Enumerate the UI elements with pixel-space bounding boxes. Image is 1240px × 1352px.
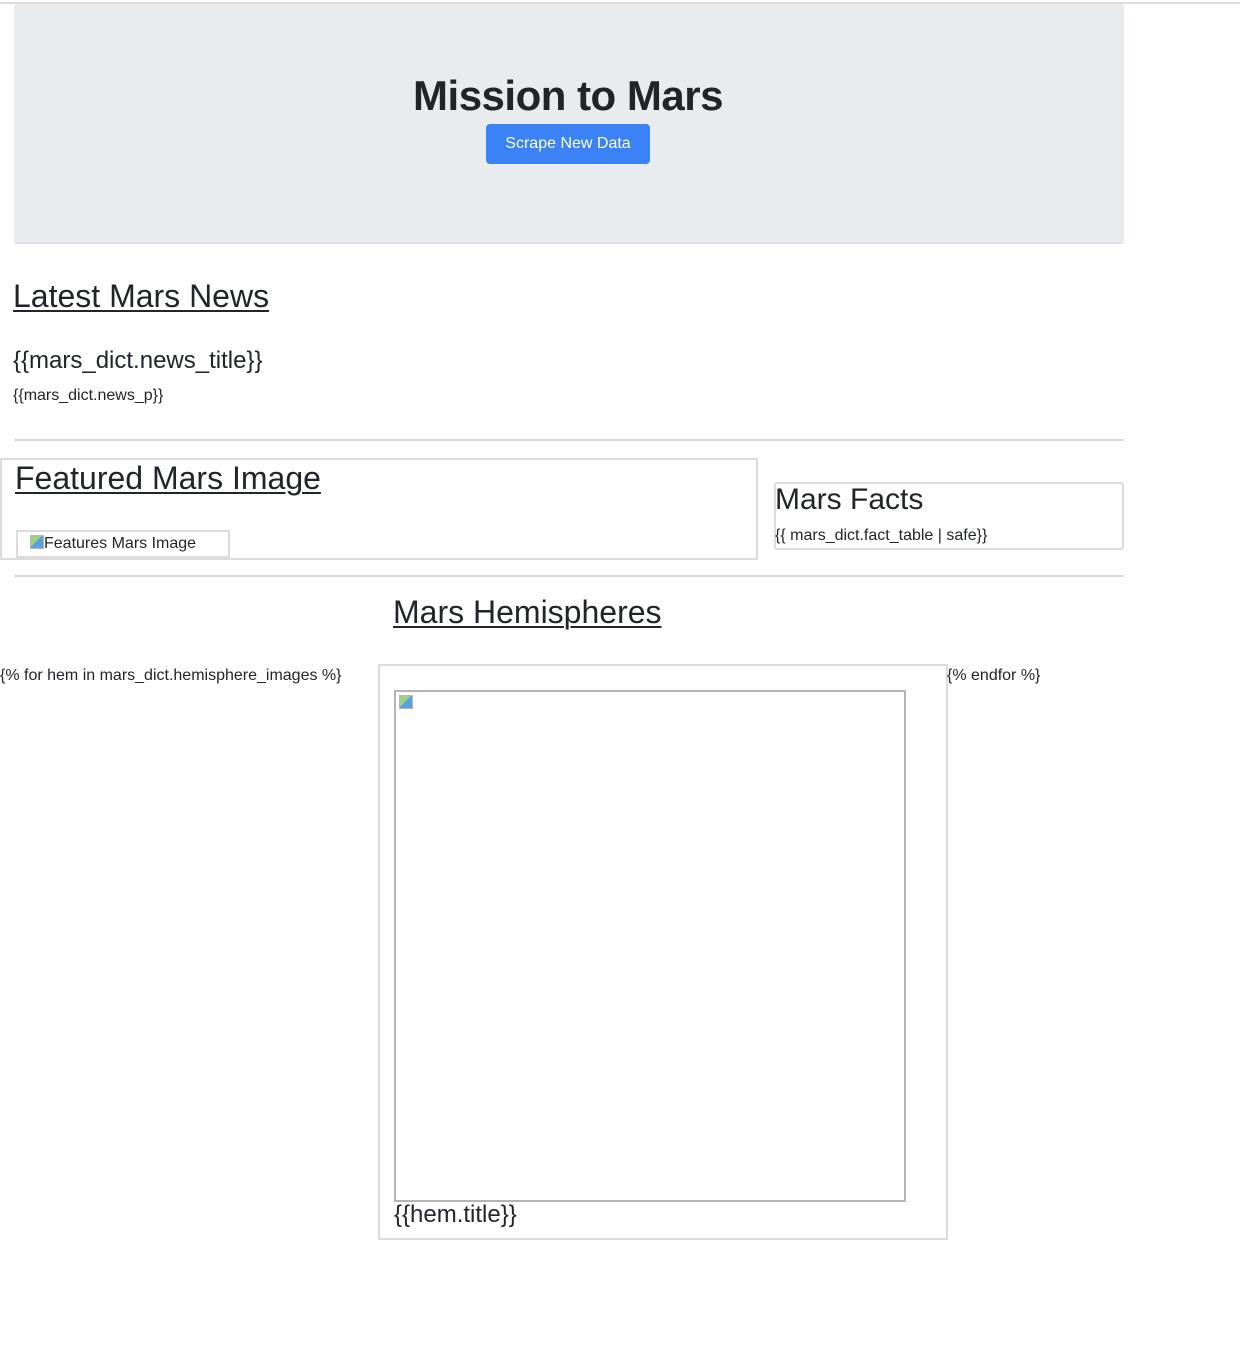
broken-image-icon [399,695,413,709]
hemisphere-image[interactable] [394,690,906,1202]
latest-news-heading: Latest Mars News [13,278,270,314]
featured-image-heading: Featured Mars Image [15,460,321,496]
broken-image-icon [30,535,44,549]
news-title: {{mars_dict.news_title}} [13,347,263,374]
hemispheres-heading: Mars Hemispheres [393,594,662,630]
section-divider [14,575,1124,577]
jumbotron: Mission to Mars Scrape New Data [14,4,1124,244]
mars-facts-heading: Mars Facts [775,483,924,516]
template-loop-close: {% endfor %} [947,667,1041,684]
template-loop-open: {% for hem in mars_dict.hemisphere_image… [0,667,342,684]
mars-facts-table: {{ mars_dict.fact_table | safe}} [775,527,988,544]
section-divider [14,439,1124,441]
news-paragraph: {{mars_dict.news_p}} [13,387,164,404]
featured-image-alt-text: Features Mars Image [44,535,197,552]
hemisphere-title: {{hem.title}} [394,1201,517,1228]
featured-image: Features Mars Image [16,530,230,558]
scrape-new-data-button[interactable]: Scrape New Data [486,124,650,164]
page-title: Mission to Mars [413,72,723,119]
